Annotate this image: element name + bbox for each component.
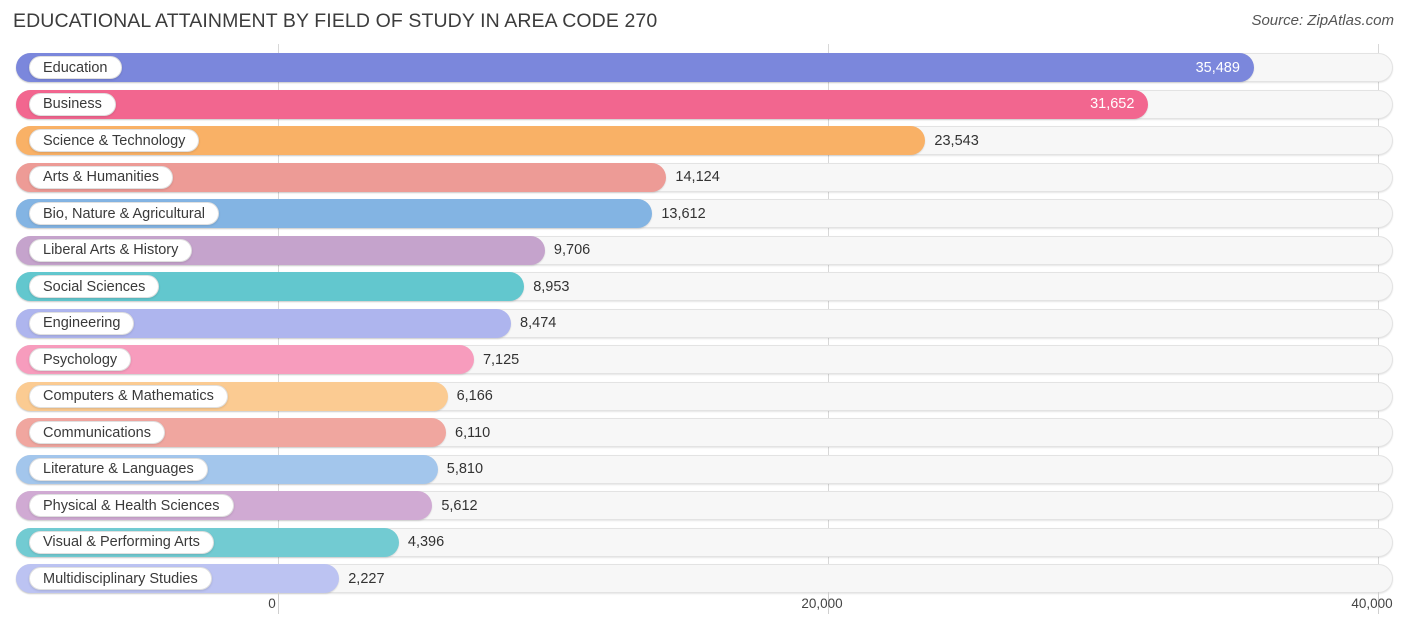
category-label-text: Visual & Performing Arts	[43, 534, 200, 550]
bar-value-label: 23,543	[934, 132, 979, 149]
bar-value-label: 5,810	[446, 461, 484, 477]
bar-row[interactable]: Education 35,489	[16, 53, 1393, 82]
category-label-text: Science & Technology	[43, 132, 186, 149]
category-label-text: Literature & Languages	[43, 461, 194, 477]
bar-row[interactable]: Arts & Humanities 14,124	[16, 162, 1393, 192]
category-label-text: Liberal Arts & History	[43, 242, 179, 258]
category-label-text: Physical & Health Sciences	[43, 497, 220, 514]
axis-tick-mark	[277, 592, 279, 614]
axis-tick-label: 20,000	[801, 596, 843, 611]
bar-value-label: 9,706	[553, 242, 591, 258]
bar-row[interactable]: Communications 6,110	[16, 418, 1393, 447]
category-label: Liberal Arts & History	[29, 238, 193, 262]
bar-row[interactable]: Computers & Mathematics 6,166	[16, 381, 1393, 411]
category-label-text: Engineering	[43, 315, 121, 331]
category-label: Computers & Mathematics	[29, 384, 228, 408]
bar-row[interactable]: Liberal Arts & History 9,706	[16, 235, 1393, 265]
category-label-text: Psychology	[43, 351, 118, 368]
bar-value-label: 8,474	[520, 315, 557, 331]
bar-value-label: 13,612	[661, 205, 706, 222]
bar-value-label: 31,652	[1090, 96, 1135, 112]
bar-row[interactable]: Bio, Nature & Agricultural 13,612	[16, 199, 1393, 228]
chart-root: EDUCATIONAL ATTAINMENT BY FIELD OF STUDY…	[0, 0, 1406, 631]
axis-tick-label: 0	[268, 596, 276, 611]
category-label-text: Computers & Mathematics	[43, 388, 214, 404]
category-label: Physical & Health Sciences	[29, 494, 234, 517]
bar-row[interactable]: Literature & Languages 5,810	[16, 454, 1393, 484]
bar-row[interactable]: Social Sciences 8,953	[16, 272, 1393, 301]
bar-row[interactable]: Visual & Performing Arts 4,396	[16, 527, 1393, 557]
bar-row[interactable]: Engineering 8,474	[16, 308, 1393, 338]
bar-value-label: 4,396	[407, 534, 445, 550]
category-label: Engineering	[29, 311, 135, 335]
bar-value-label: 5,612	[441, 497, 478, 514]
category-label-text: Communications	[43, 424, 151, 441]
plot-area: Education 35,489 Business 31,652 Science & T…	[0, 44, 1406, 597]
category-label: Science & Technology	[29, 129, 200, 152]
source-attribution: Source: ZipAtlas.com	[1251, 12, 1394, 29]
bar-row[interactable]: Psychology 7,125	[16, 345, 1393, 374]
bar-row[interactable]: Business 31,652	[16, 89, 1393, 119]
axis-tick-label: 40,000	[1351, 596, 1393, 611]
page-title: EDUCATIONAL ATTAINMENT BY FIELD OF STUDY…	[13, 10, 658, 32]
bar-rows: Education 35,489 Business 31,652 Science & T…	[0, 44, 1406, 597]
bar-value-label: 2,227	[348, 570, 385, 587]
bar-value-label: 14,124	[675, 169, 720, 185]
bar-row[interactable]: Physical & Health Sciences 5,612	[16, 491, 1393, 520]
category-label-text: Social Sciences	[43, 278, 146, 295]
category-label-text: Bio, Nature & Agricultural	[43, 205, 205, 222]
bar-value-label: 6,166	[456, 388, 493, 404]
category-label-text: Multidisciplinary Studies	[43, 570, 198, 587]
bar-value-label: 7,125	[482, 351, 520, 368]
category-label: Social Sciences	[29, 275, 160, 298]
category-label: Visual & Performing Arts	[29, 530, 214, 554]
bar-row[interactable]: Multidisciplinary Studies 2,227	[16, 564, 1393, 593]
bar-value-label: 8,953	[533, 278, 570, 295]
x-axis: 0 20,000 40,000	[0, 592, 1406, 631]
chart-header: EDUCATIONAL ATTAINMENT BY FIELD OF STUDY…	[0, 0, 1406, 44]
category-label: Literature & Languages	[29, 457, 208, 481]
bar-value-label: 35,489	[1195, 59, 1240, 76]
category-label: Arts & Humanities	[29, 165, 174, 189]
category-label: Multidisciplinary Studies	[29, 567, 212, 590]
category-label: Psychology	[29, 348, 132, 371]
category-label-text: Arts & Humanities	[43, 169, 160, 185]
category-label: Communications	[29, 421, 165, 444]
bar-value-label: 6,110	[455, 424, 491, 441]
bar-row[interactable]: Science & Technology 23,543	[16, 126, 1393, 155]
category-label: Bio, Nature & Agricultural	[29, 202, 219, 225]
